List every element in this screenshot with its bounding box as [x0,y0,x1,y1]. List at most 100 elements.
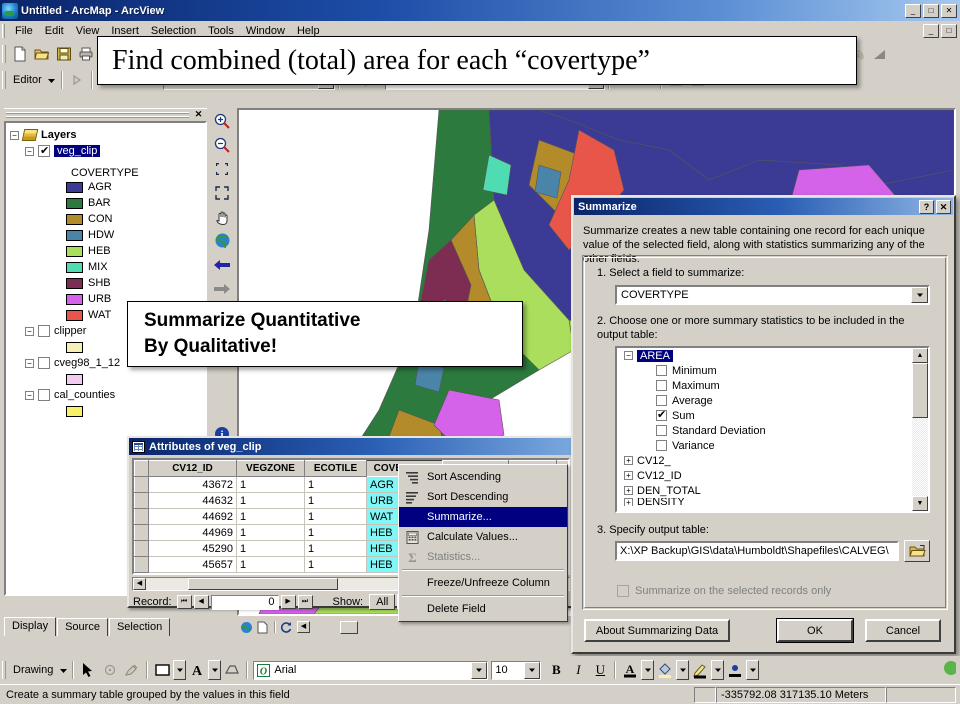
show-all-button[interactable]: All [369,594,396,610]
stat-variance[interactable]: Variance [617,438,928,453]
legend-item[interactable] [8,403,203,419]
stat-checkbox-standard-deviation[interactable] [656,425,667,436]
stat-maximum[interactable]: Maximum [617,378,928,393]
row-selector[interactable] [134,524,149,541]
scroll-left-icon[interactable]: ◀ [133,578,146,590]
new-document-icon[interactable] [9,43,31,65]
italic-button[interactable]: I [567,659,589,681]
legend-item[interactable]: MIX [8,259,203,275]
full-extent-globe-icon[interactable] [209,229,235,252]
expander-minus-icon[interactable]: − [624,351,633,360]
page-icon[interactable] [257,621,270,634]
mdi-minimize-button[interactable]: _ [923,23,939,38]
play-icon[interactable] [66,69,88,91]
fill-color-icon[interactable] [654,659,676,681]
menu-item-freeze-column[interactable]: Freeze/Unfreeze Column [399,573,567,593]
map-status-box[interactable] [340,620,358,634]
expander-minus-icon[interactable]: − [25,146,34,156]
previous-record-button[interactable]: ◀ [193,595,209,609]
menu-file[interactable]: File [9,23,39,39]
forward-extent-icon[interactable] [209,277,235,300]
font-color-icon[interactable]: A [619,659,641,681]
help-button[interactable]: ? [919,199,934,214]
open-folder-icon[interactable] [31,43,53,65]
font-size-combo[interactable]: 10 [491,660,542,680]
bold-button[interactable]: B [545,659,567,681]
menu-item-sort-descending[interactable]: Sort Descending [399,487,567,507]
stat-sum[interactable]: Sum [617,408,928,423]
field-select-combo[interactable]: COVERTYPE [615,285,930,305]
menu-grip[interactable] [2,23,5,38]
minimize-button[interactable]: _ [905,3,921,18]
record-number-input[interactable]: 0 [210,594,279,610]
rectangle-icon[interactable] [151,659,173,681]
refresh-icon[interactable] [280,621,293,634]
cancel-button[interactable]: Cancel [865,619,941,642]
close-button[interactable]: ✕ [941,3,957,18]
font-family-combo[interactable]: O Arial [253,660,489,680]
ok-button[interactable]: OK [776,618,854,643]
marker-color-icon[interactable] [724,659,746,681]
legend-item[interactable]: AGR [8,179,203,195]
chevron-down-icon[interactable] [524,661,541,679]
row-selector[interactable] [134,492,149,509]
row-selector[interactable] [134,556,149,573]
standard-toolbar-grip[interactable] [2,45,6,63]
expander-minus-icon[interactable]: − [25,390,34,400]
output-path-input[interactable]: X:\XP Backup\GIS\data\Humboldt\Shapefile… [615,541,899,561]
save-disk-icon[interactable] [53,43,75,65]
text-dropdown-button[interactable] [208,660,222,680]
drawing-toolbar-grip[interactable] [2,661,6,679]
toc-grip-line[interactable] [6,112,189,114]
stat-checkbox-average[interactable] [656,395,667,406]
toc-close-icon[interactable]: ✕ [192,109,205,121]
menu-item-summarize[interactable]: Summarize... [399,507,567,527]
legend-item[interactable]: BAR [8,195,203,211]
stat-standard-deviation[interactable]: Standard Deviation [617,423,928,438]
editor-menu-label[interactable]: Editor [9,74,46,86]
menu-edit[interactable]: Edit [39,23,70,39]
scroll-thumb[interactable] [912,363,928,418]
scroll-up-icon[interactable]: ▲ [912,348,928,363]
expander-minus-icon[interactable]: − [25,326,34,336]
legend-item[interactable]: HDW [8,227,203,243]
stat-average[interactable]: Average [617,393,928,408]
menu-item-calculate-values[interactable]: Calculate Values... [399,527,567,547]
legend-item[interactable]: CON [8,211,203,227]
first-record-button[interactable]: ⏮ [176,595,192,609]
toc-root-layers[interactable]: − Layers [8,127,203,143]
stat-minimum[interactable]: Minimum [617,363,928,378]
column-header-vegzone[interactable]: VEGZONE [236,460,305,477]
statistics-listbox[interactable]: − AREA Minimum Maximum Average Sum [615,346,930,513]
editor-dropdown-arrow-icon[interactable] [46,69,58,91]
legend-item[interactable]: HEB [8,243,203,259]
scroll-thumb[interactable] [188,578,338,590]
select-arrow-icon[interactable] [77,659,99,681]
layer-visibility-checkbox[interactable] [38,144,50,157]
expander-minus-icon[interactable]: − [10,130,19,140]
last-record-button[interactable]: ⏭ [297,595,313,609]
zoom-out-icon[interactable] [209,133,235,156]
statistics-vertical-scrollbar[interactable]: ▲ ▼ [912,348,928,511]
prev-icon[interactable]: ◀ [297,621,310,633]
column-header-cv12-id[interactable]: CV12_ID [148,460,237,477]
close-icon[interactable]: ✕ [936,199,951,214]
next-record-button[interactable]: ▶ [280,595,296,609]
stat-group-density[interactable]: + DENSITY [617,498,928,506]
menu-item-delete-field[interactable]: Delete Field [399,599,567,619]
zoom-in-icon[interactable] [209,109,235,132]
drawing-dropdown-arrow-icon[interactable] [57,659,69,681]
legend-item[interactable]: SHB [8,275,203,291]
expander-plus-icon[interactable]: + [624,471,633,480]
row-selector[interactable] [134,540,149,557]
tab-display[interactable]: Display [4,617,57,636]
drawing-tools-icon[interactable] [121,659,143,681]
chevron-down-icon[interactable] [911,287,928,303]
row-selector[interactable] [134,476,149,493]
row-selector[interactable] [134,508,149,525]
stat-checkbox-minimum[interactable] [656,365,667,376]
editor-toolbar-grip[interactable] [2,71,6,89]
stat-group-area[interactable]: − AREA [617,348,928,363]
print-icon[interactable] [75,43,97,65]
line-color-icon[interactable] [689,659,711,681]
